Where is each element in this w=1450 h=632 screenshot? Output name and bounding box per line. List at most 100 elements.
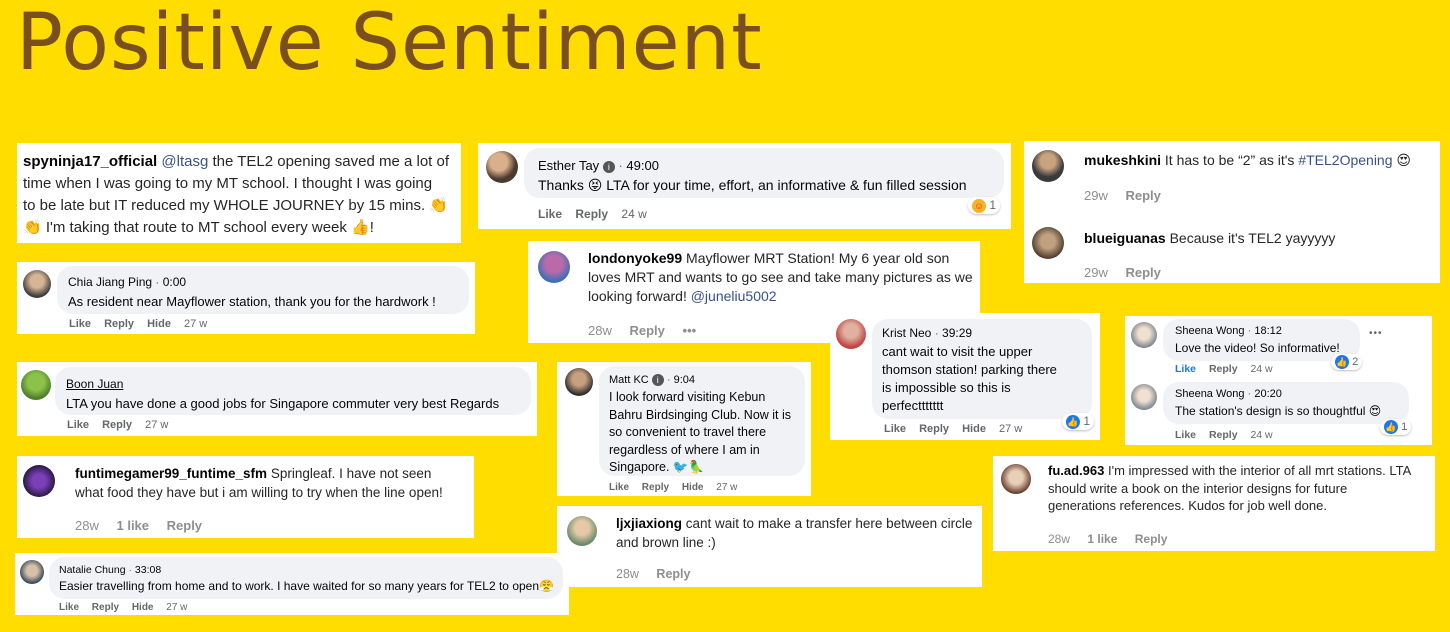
like-button[interactable]: Like bbox=[67, 419, 89, 431]
reply-button[interactable]: Reply bbox=[642, 482, 669, 493]
comment-age: 27 w bbox=[166, 602, 188, 613]
reply-button[interactable]: Reply bbox=[575, 207, 608, 221]
avatar[interactable] bbox=[1032, 150, 1064, 182]
avatar[interactable] bbox=[1032, 227, 1064, 259]
comment-card-ljxjiaxiong: ljxjiaxiong cant wait to make a transfer… bbox=[557, 506, 982, 587]
commenter-name[interactable]: Krist Neo bbox=[882, 326, 931, 340]
like-button[interactable]: Like bbox=[59, 602, 79, 613]
comment-age: 27 w bbox=[999, 423, 1023, 435]
more-options-button[interactable]: ••• bbox=[683, 323, 697, 338]
hide-button[interactable]: Hide bbox=[962, 423, 986, 435]
comment-card-fuad: fu.ad.963 I'm impressed with the interio… bbox=[993, 456, 1435, 551]
laugh-emoji-icon: ☺ bbox=[972, 198, 986, 213]
comment-bubble: Sheena Wong · 18:12 Love the video! So i… bbox=[1163, 319, 1360, 361]
username[interactable]: londonyoke99 bbox=[588, 250, 682, 266]
commenter-name[interactable]: Boon Juan bbox=[66, 377, 123, 391]
like-button[interactable]: Like bbox=[69, 318, 91, 330]
reaction-count[interactable]: 👍 2 bbox=[1331, 354, 1363, 370]
reaction-count[interactable]: 👍 1 bbox=[1062, 413, 1095, 430]
avatar[interactable] bbox=[23, 465, 55, 497]
comment-timestamp[interactable]: 49:00 bbox=[626, 158, 659, 173]
reply-button[interactable]: Reply bbox=[919, 423, 949, 435]
hide-button[interactable]: Hide bbox=[682, 482, 704, 493]
like-button[interactable]: Like bbox=[538, 207, 562, 221]
comment-bubble: Matt KC i · 9:04 I look forward visiting… bbox=[599, 366, 805, 476]
likes-count[interactable]: 1 like bbox=[116, 518, 149, 533]
avatar[interactable] bbox=[1001, 464, 1031, 494]
comment-bubble: Boon Juan LTA you have done a good jobs … bbox=[55, 367, 531, 415]
reaction-count[interactable]: ☺ 1 bbox=[968, 197, 1001, 214]
mention-link[interactable]: @juneliu5002 bbox=[691, 288, 777, 304]
comment-text: Thanks 😝 LTA for your time, effort, an i… bbox=[538, 177, 967, 193]
avatar[interactable] bbox=[836, 319, 866, 349]
comment-timestamp[interactable]: 20:20 bbox=[1254, 388, 1282, 400]
avatar[interactable] bbox=[21, 370, 51, 400]
commenter-name[interactable]: Natalie Chung bbox=[59, 564, 126, 576]
commenter-name[interactable]: Sheena Wong bbox=[1175, 325, 1245, 337]
avatar[interactable] bbox=[486, 151, 518, 183]
commenter-name[interactable]: Sheena Wong bbox=[1175, 388, 1245, 400]
avatar[interactable] bbox=[567, 516, 597, 546]
username[interactable]: spyninja17_official bbox=[23, 153, 157, 170]
reply-button[interactable]: Reply bbox=[1125, 188, 1160, 203]
reply-button[interactable]: Reply bbox=[167, 518, 202, 533]
like-button[interactable]: Like bbox=[609, 482, 629, 493]
comment-bubble: Chia Jiang Ping · 0:00 As resident near … bbox=[57, 266, 469, 314]
avatar[interactable] bbox=[1131, 322, 1157, 348]
comment-actions: 29w Reply bbox=[1084, 265, 1175, 280]
comment-timestamp[interactable]: 0:00 bbox=[163, 275, 186, 289]
comment-text: cant wait to visit the upper thomson stat… bbox=[882, 344, 1057, 413]
comment-card-chia: Chia Jiang Ping · 0:00 As resident near … bbox=[17, 262, 475, 334]
hide-button[interactable]: Hide bbox=[147, 318, 171, 330]
reply-button[interactable]: Reply bbox=[92, 602, 119, 613]
comment-text: ljxjiaxiong cant wait to make a transfer… bbox=[616, 514, 980, 552]
hide-button[interactable]: Hide bbox=[132, 602, 154, 613]
comment-line: loves MRT and wants to go see and take m… bbox=[588, 269, 973, 285]
username[interactable]: mukeshkini bbox=[1084, 152, 1161, 168]
like-reaction-icon: 👍 bbox=[1335, 355, 1349, 369]
like-button[interactable]: Like bbox=[884, 423, 906, 435]
like-button[interactable]: Like bbox=[1175, 363, 1196, 375]
page-title: Positive Sentiment bbox=[16, 0, 763, 88]
reply-button[interactable]: Reply bbox=[629, 323, 664, 338]
commenter-name[interactable]: Chia Jiang Ping bbox=[68, 275, 152, 289]
comment-timestamp[interactable]: 39:29 bbox=[942, 326, 972, 340]
comment-line: generations references. Kudos for job we… bbox=[1048, 498, 1327, 513]
comment-text: LTA you have done a good jobs for Singap… bbox=[66, 396, 500, 411]
more-options-button[interactable]: ••• bbox=[1369, 328, 1383, 339]
comment-line: time when I was going to my MT school. I… bbox=[23, 175, 433, 192]
comment-timestamp[interactable]: 9:04 bbox=[674, 374, 695, 386]
reply-button[interactable]: Reply bbox=[104, 318, 134, 330]
likes-count[interactable]: 1 like bbox=[1087, 532, 1117, 546]
comment-timestamp[interactable]: 18:12 bbox=[1254, 325, 1282, 337]
comment-age: 29w bbox=[1084, 265, 1108, 280]
commenter-name[interactable]: Matt KC bbox=[609, 374, 649, 386]
avatar[interactable] bbox=[1131, 384, 1157, 410]
avatar[interactable] bbox=[23, 270, 51, 298]
avatar[interactable] bbox=[20, 560, 44, 584]
like-button[interactable]: Like bbox=[1175, 429, 1196, 441]
avatar[interactable] bbox=[565, 368, 593, 396]
comment-age: 24 w bbox=[1250, 363, 1273, 375]
username[interactable]: blueiguanas bbox=[1084, 230, 1166, 246]
comment-age: 28w bbox=[1048, 532, 1071, 546]
comment-actions: Like Reply 27 w bbox=[67, 419, 178, 431]
commenter-name[interactable]: Esther Tay bbox=[538, 158, 599, 173]
comment-card-esther: Esther Tay i · 49:00 Thanks 😝 LTA for yo… bbox=[478, 143, 1011, 229]
reply-button[interactable]: Reply bbox=[1135, 532, 1168, 546]
username[interactable]: ljxjiaxiong bbox=[616, 516, 682, 531]
username[interactable]: fu.ad.963 bbox=[1048, 463, 1104, 478]
reply-button[interactable]: Reply bbox=[656, 567, 690, 581]
comment-actions: Like Reply Hide 27 w bbox=[609, 482, 747, 493]
avatar[interactable] bbox=[538, 251, 570, 283]
reaction-count[interactable]: 👍 1 bbox=[1380, 419, 1412, 435]
reply-button[interactable]: Reply bbox=[1209, 429, 1238, 441]
mention-link[interactable]: @ltasg bbox=[161, 153, 208, 170]
comment-timestamp[interactable]: 33:08 bbox=[135, 564, 161, 576]
reply-button[interactable]: Reply bbox=[1125, 265, 1160, 280]
username[interactable]: funtimegamer99_funtime_sfm bbox=[75, 466, 267, 481]
reply-button[interactable]: Reply bbox=[102, 419, 132, 431]
hashtag-link[interactable]: #TEL2Opening bbox=[1298, 152, 1392, 168]
comment-text: As resident near Mayflower station, than… bbox=[68, 294, 436, 309]
reply-button[interactable]: Reply bbox=[1209, 363, 1238, 375]
